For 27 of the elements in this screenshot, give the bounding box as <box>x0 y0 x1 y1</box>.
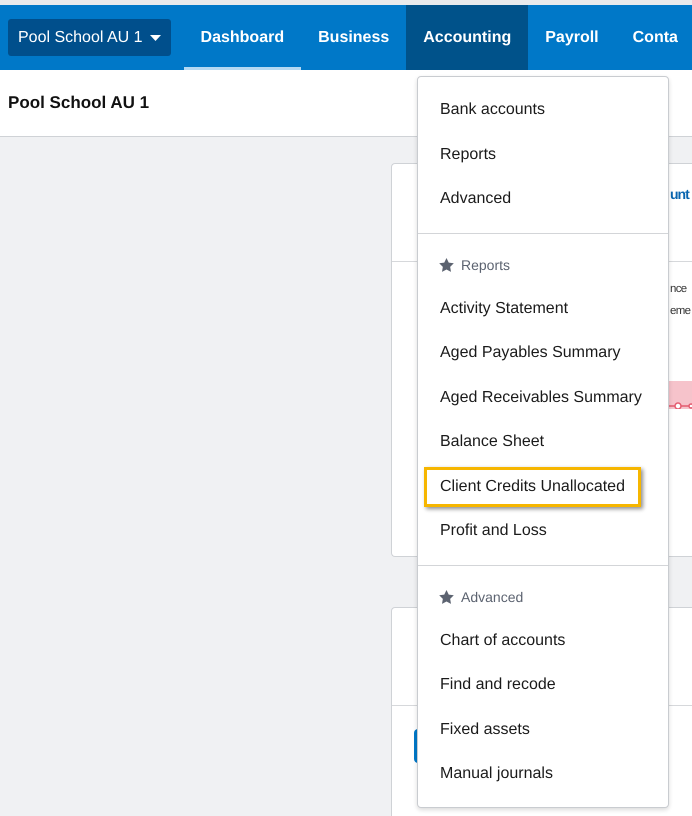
star-icon <box>439 590 454 604</box>
card-text: eme <box>670 305 690 317</box>
menu-item[interactable]: Aged Receivables Summary <box>424 378 658 418</box>
nav-tab[interactable]: Payroll <box>528 5 616 70</box>
menu-item[interactable]: Aged Payables Summary <box>424 333 637 374</box>
card-text: nce <box>670 283 688 295</box>
menu-item[interactable]: Client Credits Unallocated <box>424 466 641 507</box>
card-title: unt <box>670 186 689 204</box>
menu-section-heading: Reports <box>461 256 510 272</box>
menu-item[interactable]: Balance Sheet <box>424 422 560 462</box>
nav-tab[interactable]: Accounting <box>406 5 528 70</box>
company-switcher[interactable]: Pool School AU 1 <box>8 19 171 56</box>
menu-section-heading: Advanced <box>461 588 524 604</box>
nav-tab[interactable]: Business <box>301 5 406 70</box>
menu-item[interactable]: Manual journals <box>424 754 569 794</box>
menu-item[interactable]: Profit and Loss <box>424 511 563 552</box>
menu-item[interactable]: Advanced <box>424 179 528 220</box>
star-icon <box>439 258 454 272</box>
menu-item[interactable]: Reports <box>424 134 512 175</box>
menu-item[interactable]: Fixed assets <box>424 710 546 750</box>
menu-item[interactable]: Find and recode <box>424 665 572 706</box>
menu-item[interactable]: Bank accounts <box>424 90 561 130</box>
caret-icon <box>150 34 161 40</box>
nav-tab[interactable]: Conta <box>616 5 692 70</box>
menu-item[interactable]: Chart of accounts <box>424 620 582 661</box>
page-title: Pool School AU 1 <box>8 93 150 113</box>
menu-item[interactable]: Activity Statement <box>424 288 584 329</box>
